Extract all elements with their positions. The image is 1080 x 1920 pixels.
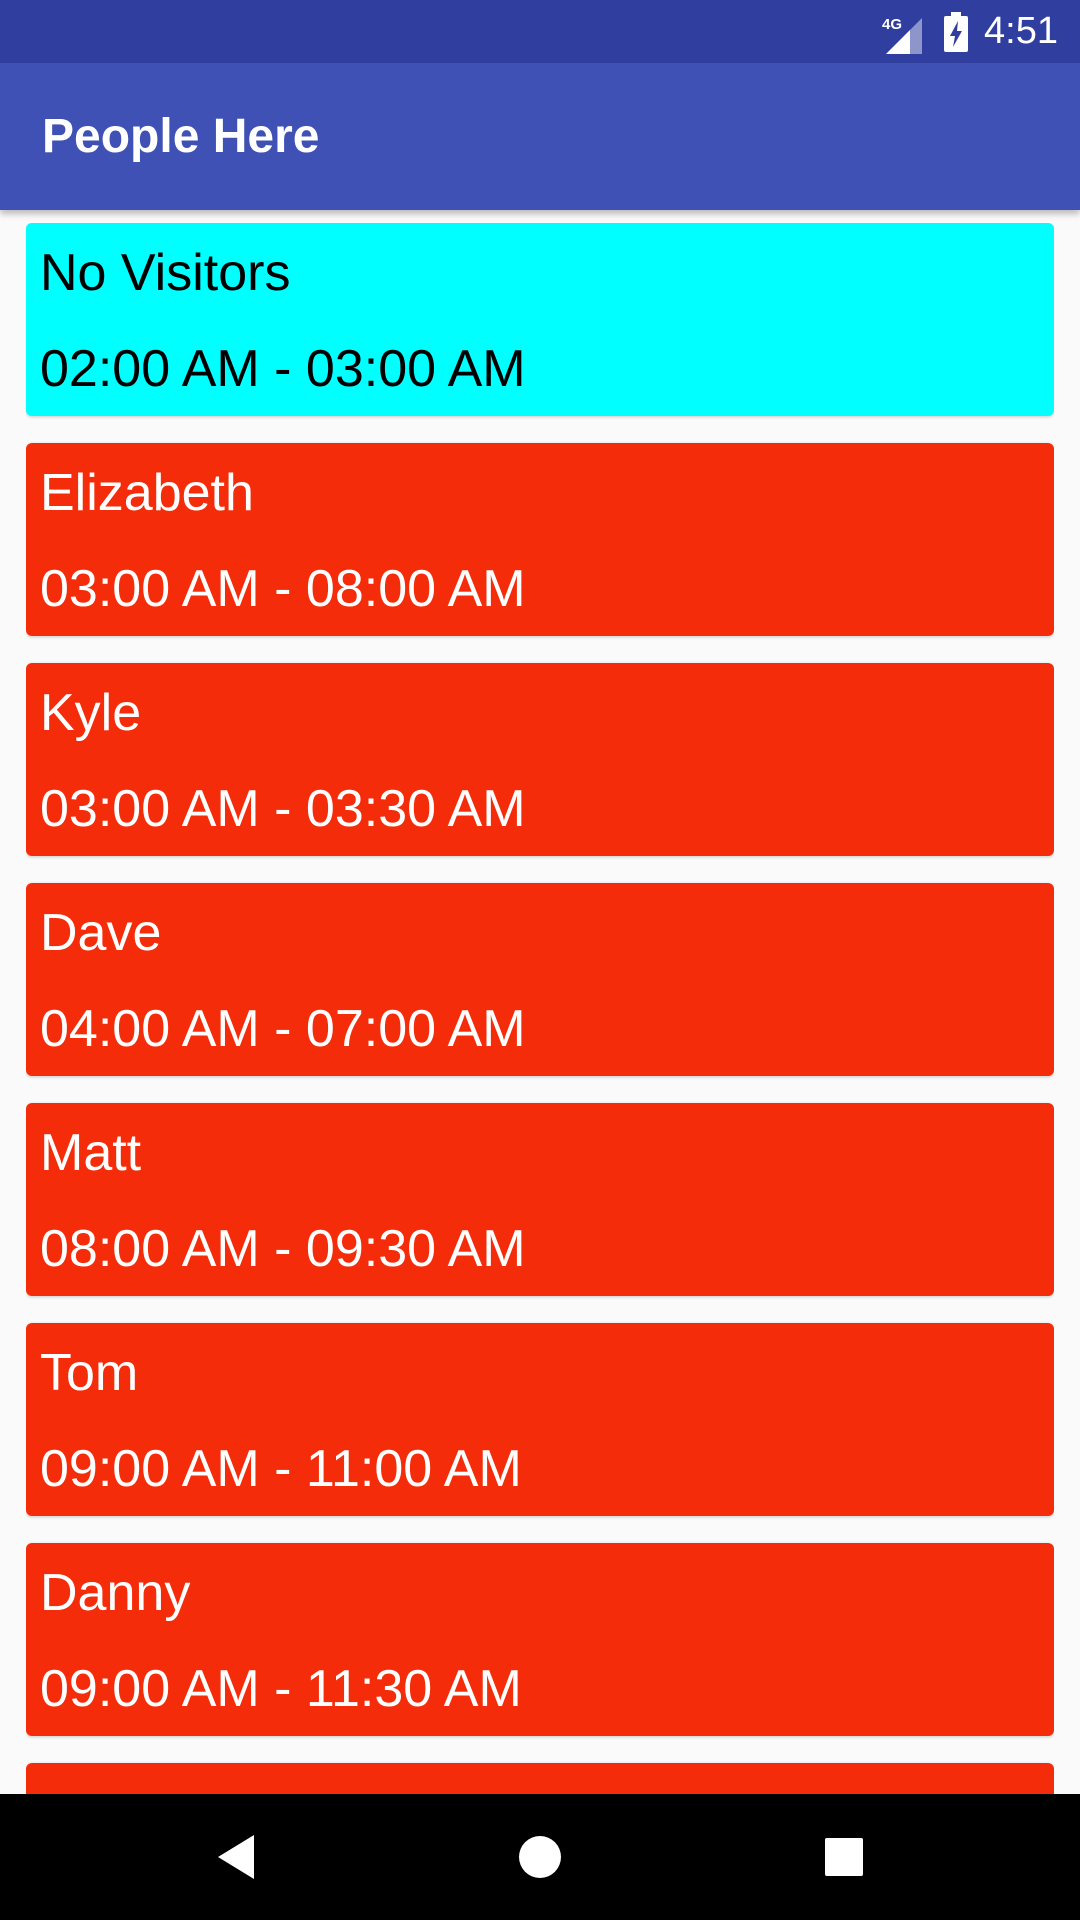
list-item[interactable]: Elizabeth 03:00 AM - 08:00 AM (26, 443, 1054, 636)
visit-time-range: 09:00 AM - 11:30 AM (40, 1660, 522, 1718)
visit-time-range: 02:00 AM - 03:00 AM (40, 340, 526, 398)
visit-time-range: 08:00 AM - 09:30 AM (40, 1220, 526, 1278)
list-item[interactable]: Matt 08:00 AM - 09:30 AM (26, 1103, 1054, 1296)
clock: 4:51 (984, 10, 1058, 52)
status-bar: 4G 4:51 (0, 0, 1080, 63)
visitor-name: Dave (40, 904, 162, 962)
recents-icon[interactable] (814, 1827, 874, 1887)
visit-time-range: 03:00 AM - 03:30 AM (40, 780, 526, 838)
visitor-name: Matt (40, 1124, 142, 1182)
list-item[interactable] (26, 1763, 1054, 1794)
visit-time-range: 03:00 AM - 08:00 AM (40, 560, 526, 618)
visitor-name: No Visitors (40, 244, 291, 302)
signal-icon: 4G (882, 10, 928, 54)
list-item[interactable]: Dave 04:00 AM - 07:00 AM (26, 883, 1054, 1076)
navigation-bar (0, 1794, 1080, 1920)
back-icon[interactable] (206, 1827, 266, 1887)
list-item[interactable]: Tom 09:00 AM - 11:00 AM (26, 1323, 1054, 1516)
visit-time-range: 09:00 AM - 11:00 AM (40, 1440, 522, 1498)
list-item[interactable]: Kyle 03:00 AM - 03:30 AM (26, 663, 1054, 856)
app-bar: People Here (0, 63, 1080, 210)
status-icons: 4G 4:51 (882, 0, 1058, 63)
visitor-name: Elizabeth (40, 464, 254, 522)
visitor-name: Tom (40, 1344, 139, 1402)
visitor-name: Kyle (40, 684, 142, 742)
visit-time-range: 04:00 AM - 07:00 AM (40, 1000, 526, 1058)
visitor-list[interactable]: No Visitors 02:00 AM - 03:00 AM Elizabet… (26, 223, 1054, 1794)
list-item[interactable]: Danny 09:00 AM - 11:30 AM (26, 1543, 1054, 1736)
visitor-name: Danny (40, 1564, 191, 1622)
battery-charging-icon (944, 11, 969, 52)
home-icon[interactable] (510, 1827, 570, 1887)
page-title: People Here (42, 110, 320, 163)
list-item[interactable]: No Visitors 02:00 AM - 03:00 AM (26, 223, 1054, 416)
